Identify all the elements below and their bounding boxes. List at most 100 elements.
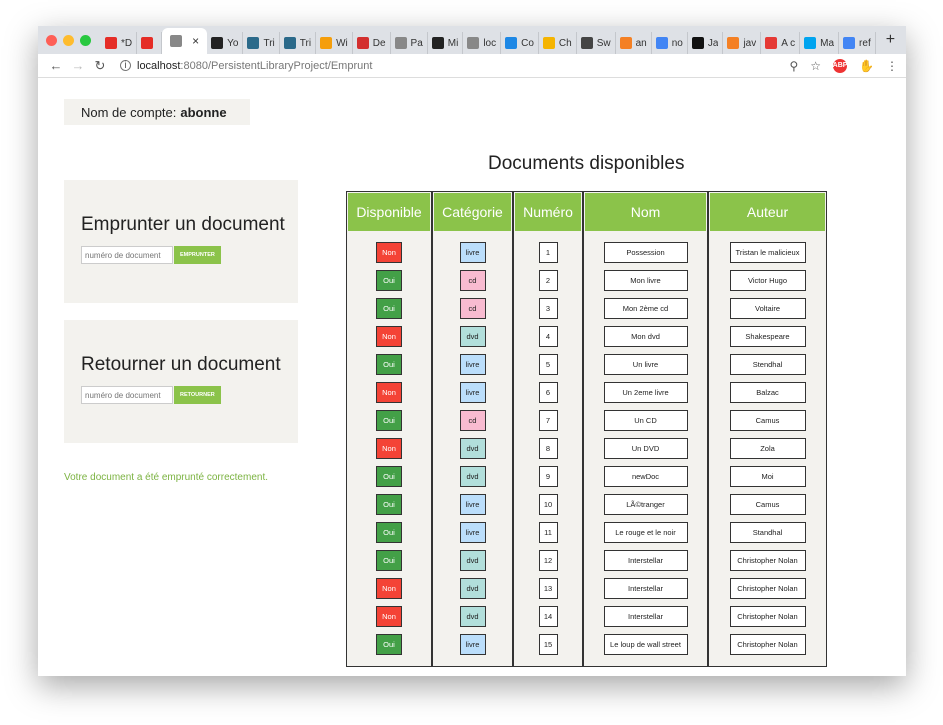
return-button[interactable]: RETOURNER [174,386,221,404]
tab-label: ref [859,37,871,49]
borrow-button[interactable]: EMPRUNTER [174,246,221,264]
browser-tab[interactable]: Pa [391,32,428,54]
bookmark-star-icon[interactable]: ☆ [810,59,821,73]
author-cell: Christopher Nolan [729,550,806,571]
number-cell: 14 [538,606,558,627]
number-cell: 11 [538,522,558,543]
address-bar: ← → ↻ i localhost:8080/PersistentLibrary… [38,54,906,78]
dispo-cell: Oui [376,550,402,571]
zoom-icon[interactable]: ⚲ [789,59,798,73]
browser-tab[interactable]: Yo [207,32,244,54]
number-cell: 3 [538,298,558,319]
close-tab-icon[interactable]: × [192,34,199,48]
tab-label: Wi [336,37,348,49]
dispo-cell: Oui [376,270,402,291]
category-cell: dvd [459,550,486,571]
name-cell: Un CD [603,410,688,431]
author-cell: Christopher Nolan [729,606,806,627]
dispo-cell: Oui [376,466,402,487]
account-box: Nom de compte: abonne [64,99,250,125]
header-categorie: Catégorie [433,192,512,232]
documents-title: Documents disponibles [488,153,685,174]
tab-label: jav [743,37,757,49]
browser-tab[interactable]: jav [723,32,762,54]
browser-tab[interactable]: Ja [688,32,724,54]
reload-icon[interactable]: ↻ [90,58,110,74]
url-path: :8080/PersistentLibraryProject/Emprunt [180,59,373,72]
maximize-window-button[interactable] [80,34,91,46]
browser-tab[interactable]: De [353,32,391,54]
new-tab-button[interactable]: + [886,31,895,49]
dispo-cell: Oui [376,494,402,515]
tab-label: A c [781,37,796,49]
browser-tab[interactable]: no [652,32,688,54]
browser-tab[interactable]: ref [839,32,876,54]
dispo-cell: Non [376,382,402,403]
browser-tab[interactable]: *D [101,32,138,54]
category-cell: dvd [459,606,486,627]
column-nom: Nom Possession Mon livre Mon 2ème cd Mon dv… [584,192,709,666]
category-cell: livre [459,522,486,543]
category-cell: dvd [459,438,486,459]
browser-tab[interactable]: A c [761,32,801,54]
tab-label: *D [121,37,133,49]
column-categorie: Catégorie livre cd cd dvd livre livre cd dvd dvd… [433,192,514,666]
number-cell: 2 [538,270,558,291]
browser-tab[interactable]: Ch [539,32,577,54]
number-cell: 7 [538,410,558,431]
category-cell: dvd [459,578,486,599]
adblock-icon[interactable]: ABP [833,58,847,73]
tab-label: Mi [447,37,459,49]
number-cell: 8 [538,438,558,459]
extension-icon[interactable]: ✋ [859,59,874,73]
dispo-cell: Non [376,606,402,627]
browser-tab[interactable]: × [162,28,208,54]
author-cell: Moi [729,466,806,487]
author-cell: Victor Hugo [729,270,806,291]
back-icon[interactable]: ← [46,58,66,73]
return-number-input[interactable] [81,386,173,404]
github-icon [211,37,224,49]
url-field[interactable]: i localhost:8080/PersistentLibraryProjec… [120,60,789,72]
browser-tab[interactable]: Tri [243,32,280,54]
close-window-button[interactable] [46,34,57,46]
file-icon [170,35,183,47]
author-cell: Christopher Nolan [729,578,806,599]
info-icon[interactable]: i [120,60,131,71]
browser-tab[interactable]: an [616,32,652,54]
stack-icon [727,37,740,49]
author-cell: Standhal [729,522,806,543]
category-cell: cd [459,410,486,431]
browser-tab[interactable]: Wi [316,32,353,54]
browser-tab[interactable]: Mi [428,32,464,54]
number-cell: 10 [538,494,558,515]
minimize-window-button[interactable] [63,34,74,46]
react-icon [283,37,296,49]
author-cell: Camus [729,494,806,515]
browser-tab[interactable]: loc [463,32,502,54]
browser-window: *D × Yo Tri Tri Wi De Pa Mi loc Co Ch Sw an no Ja jav A c… [38,26,906,676]
browser-tab[interactable]: Tri [280,32,317,54]
bs-icon [431,37,444,49]
browser-tab[interactable]: Ma [800,32,840,54]
name-cell: Mon dvd [603,326,688,347]
category-cell: livre [459,382,486,403]
forward-icon[interactable]: → [68,58,88,73]
menu-icon[interactable]: ⋮ [886,59,898,73]
name-cell: Mon 2ème cd [603,298,688,319]
account-name: abonne [180,104,227,120]
name-cell: Interstellar [603,578,688,599]
browser-tab[interactable]: Sw [577,32,616,54]
tabs: *D × Yo Tri Tri Wi De Pa Mi loc Co Ch Sw an no Ja jav A c… [101,26,876,54]
borrow-panel: Emprunter un document EMPRUNTER [64,180,298,303]
author-cell: Zola [729,438,806,459]
number-cell: 5 [538,354,558,375]
category-cell: dvd [459,466,486,487]
browser-tab[interactable]: Co [501,32,539,54]
name-cell: newDoc [603,466,688,487]
borrow-number-input[interactable] [81,246,173,264]
header-numero: Numéro [514,192,582,232]
google-icon [843,37,856,49]
browser-tab[interactable] [137,32,163,54]
name-cell: Un livre [603,354,688,375]
